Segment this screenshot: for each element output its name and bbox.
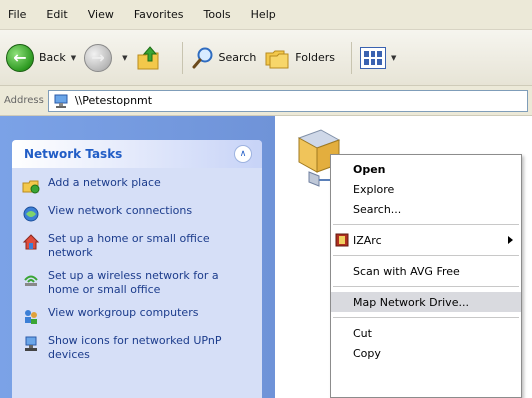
- forward-dropdown-icon[interactable]: ▼: [122, 54, 127, 62]
- menu-item-label: Open: [353, 162, 386, 176]
- task-list: Add a network place View network connect…: [12, 168, 262, 362]
- menu-item-label: Map Network Drive...: [353, 295, 469, 309]
- task-label: View network connections: [48, 204, 193, 217]
- context-menu: Open Explore Search... IZArc Scan with A…: [330, 154, 522, 398]
- menu-item-label: Copy: [353, 346, 381, 360]
- izarc-icon: [335, 233, 349, 247]
- task-setup-home-network[interactable]: Set up a home or small office network: [22, 232, 254, 260]
- back-button[interactable]: ← Back ▼: [6, 43, 76, 72]
- toolbar-separator: [351, 41, 353, 74]
- menu-view[interactable]: View: [88, 8, 114, 21]
- upnp-devices-icon: [25, 336, 37, 351]
- menu-file[interactable]: File: [8, 8, 26, 21]
- menu-item-label: IZArc: [353, 233, 382, 247]
- toolbar-separator: [181, 41, 183, 74]
- home-network-icon: [22, 234, 40, 250]
- menu-item-label: Explore: [353, 182, 395, 196]
- menu-bar: File Edit View Favorites Tools Help: [0, 0, 532, 30]
- menu-edit[interactable]: Edit: [46, 8, 67, 21]
- menu-item-izarc[interactable]: IZArc: [331, 230, 521, 250]
- task-show-upnp-devices[interactable]: Show icons for networked UPnP devices: [22, 334, 254, 362]
- menu-separator: [333, 224, 519, 225]
- back-arrow-icon: ←: [6, 43, 34, 72]
- back-label: Back: [39, 51, 66, 64]
- toolbar: ← Back ▼ → ▼ Search Folders ▼: [0, 30, 532, 86]
- task-label: Set up a home or small office network: [48, 232, 210, 259]
- wireless-network-icon: [24, 275, 38, 286]
- task-label: Show icons for networked UPnP devices: [48, 334, 222, 361]
- task-view-workgroup-computers[interactable]: View workgroup computers: [22, 306, 254, 325]
- network-tasks-header[interactable]: Network Tasks ∧: [12, 140, 262, 168]
- menu-tools[interactable]: Tools: [204, 8, 231, 21]
- menu-separator: [333, 286, 519, 287]
- task-pane: Network Tasks ∧ Add a network place View…: [0, 116, 275, 398]
- views-button[interactable]: ▼: [360, 46, 396, 69]
- collapse-chevron-icon[interactable]: ∧: [234, 145, 252, 163]
- back-dropdown-icon[interactable]: ▼: [71, 54, 76, 62]
- address-value: \\Petestopnmt: [74, 94, 153, 107]
- menu-item-copy[interactable]: Copy: [331, 343, 521, 363]
- task-add-network-place[interactable]: Add a network place: [22, 176, 254, 195]
- task-setup-wireless-network[interactable]: Set up a wireless network for a home or …: [22, 269, 254, 297]
- network-tasks-panel: Network Tasks ∧ Add a network place View…: [12, 140, 262, 398]
- forward-button[interactable]: → ▼: [84, 43, 128, 72]
- task-label: Set up a wireless network for a home or …: [48, 269, 219, 296]
- address-label: Address: [4, 95, 44, 106]
- up-folder-button[interactable]: [136, 45, 166, 71]
- menu-item-label: Search...: [353, 202, 402, 216]
- search-label: Search: [218, 51, 257, 64]
- task-view-network-connections[interactable]: View network connections: [22, 204, 254, 223]
- network-computer-icon: [54, 94, 68, 108]
- folders-icon: [265, 50, 289, 68]
- search-icon: [192, 47, 212, 68]
- menu-favorites[interactable]: Favorites: [134, 8, 184, 21]
- views-dropdown-icon[interactable]: ▼: [391, 54, 396, 62]
- menu-item-map-network-drive[interactable]: Map Network Drive...: [331, 292, 521, 312]
- menu-help[interactable]: Help: [251, 8, 276, 21]
- menu-item-search[interactable]: Search...: [331, 199, 521, 219]
- menu-item-open[interactable]: Open: [331, 159, 521, 179]
- menu-item-cut[interactable]: Cut: [331, 323, 521, 343]
- menu-item-explore[interactable]: Explore: [331, 179, 521, 199]
- network-place-icon: [22, 180, 40, 194]
- menu-item-label: Cut: [353, 326, 372, 340]
- up-folder-icon: [137, 45, 158, 69]
- task-label: Add a network place: [48, 176, 161, 189]
- task-label: View workgroup computers: [48, 306, 199, 319]
- views-grid-icon: [360, 46, 387, 69]
- menu-separator: [333, 255, 519, 256]
- workgroup-computers-icon: [25, 310, 37, 324]
- address-bar: Address \\Petestopnmt: [0, 86, 532, 116]
- menu-separator: [333, 317, 519, 318]
- menu-item-scan-avg[interactable]: Scan with AVG Free: [331, 261, 521, 281]
- network-connections-icon: [23, 206, 39, 222]
- address-field[interactable]: \\Petestopnmt: [47, 89, 528, 112]
- network-tasks-title: Network Tasks: [24, 147, 123, 161]
- folders-button[interactable]: Folders: [264, 47, 335, 69]
- folders-label: Folders: [295, 51, 336, 64]
- menu-item-label: Scan with AVG Free: [353, 264, 460, 278]
- submenu-arrow-icon: [508, 236, 513, 244]
- search-button[interactable]: Search: [191, 46, 257, 70]
- forward-arrow-icon: →: [84, 43, 113, 72]
